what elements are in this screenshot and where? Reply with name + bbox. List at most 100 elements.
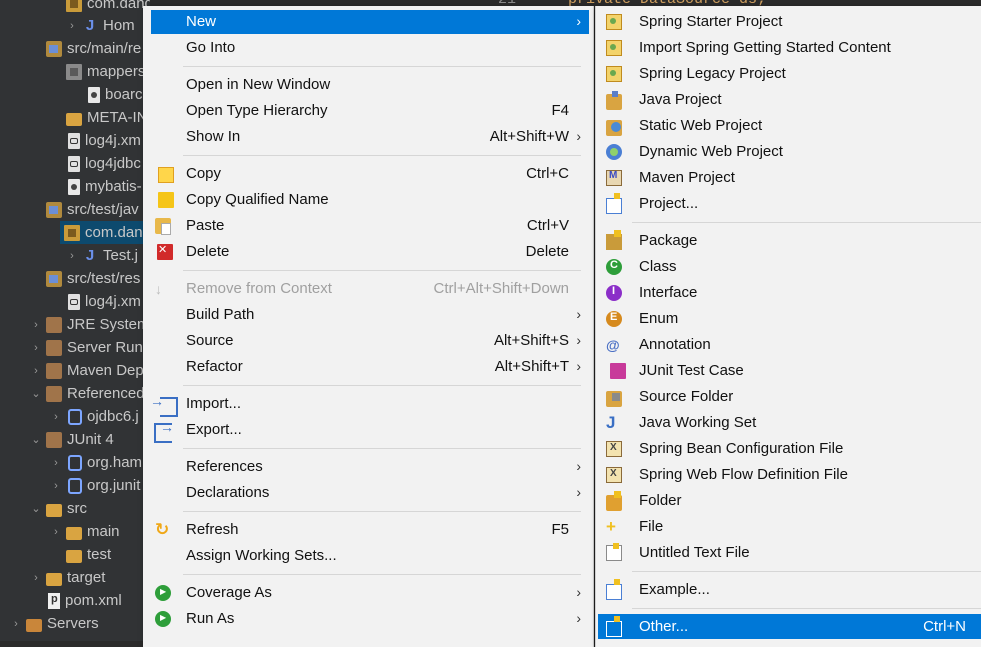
tree-item[interactable]: › target [30,566,105,589]
chevron-right-icon[interactable]: › [30,572,42,584]
chevron-right-icon[interactable]: › [50,480,62,492]
submenu-item-other[interactable]: Other... Ctrl+N [598,614,981,639]
tree-item[interactable]: › Maven Dep [30,359,144,382]
chevron-right-icon[interactable]: › [50,457,62,469]
chevron-right-icon[interactable]: › [30,319,42,331]
tree-item[interactable]: mappers [66,60,145,83]
chevron-right-icon[interactable]: › [30,365,42,377]
submenu-item-import-spring-content[interactable]: Import Spring Getting Started Content [598,35,981,60]
submenu-item-folder[interactable]: Folder [598,488,981,513]
folder-icon [66,526,82,540]
chevron-down-icon[interactable]: ⌄ [30,433,42,446]
menu-item-remove-from-context[interactable]: ↓ Remove from Context Ctrl+Alt+Shift+Dow… [151,277,589,301]
tree-item[interactable]: › ojdbc6.j [50,405,139,428]
submenu-item-spring-starter-project[interactable]: Spring Starter Project [598,9,981,34]
submenu-item-junit-test-case[interactable]: JUnit Test Case [598,358,981,383]
tree-item[interactable]: ⌄ Referenced [30,382,144,405]
menu-item-assign-working-sets[interactable]: Assign Working Sets... [151,544,589,568]
enum-icon [606,311,622,327]
tree-item[interactable]: boarc [86,83,143,106]
submenu-item-dynamic-web-project[interactable]: Dynamic Web Project [598,139,981,164]
tree-item[interactable]: log4jdbc [66,152,141,175]
chevron-right-icon: › [576,306,581,322]
tree-item[interactable]: test [66,543,111,566]
tree-item[interactable]: › J Test.j [66,244,138,267]
tree-item[interactable]: › Servers [10,612,99,635]
submenu-item-annotation[interactable]: @ Annotation [598,332,981,357]
chevron-right-icon[interactable]: › [66,250,78,262]
pom-file-icon [48,592,60,609]
spring-legacy-icon [606,66,622,82]
tree-item[interactable]: src/test/res [46,267,140,290]
menu-item-import[interactable]: Import... [150,392,589,417]
tree-item[interactable]: log4j.xm [66,129,141,152]
submenu-item-project[interactable]: Project... [598,191,981,216]
tree-item[interactable]: pom.xml [46,589,122,612]
submenu-item-interface[interactable]: Interface [598,280,981,305]
menu-separator [183,66,581,67]
submenu-item-spring-bean-config-file[interactable]: Spring Bean Configuration File [598,436,981,461]
tree-item[interactable]: › JRE System [30,313,149,336]
menu-item-go-into[interactable]: Go Into [151,36,589,60]
submenu-item-enum[interactable]: Enum [598,306,981,331]
tree-item[interactable]: src/test/jav [46,198,139,221]
tree-item[interactable]: › org.junit [50,474,140,497]
tree-item[interactable]: ⌄ src [30,497,87,520]
junit-test-case-icon [610,363,626,379]
chevron-right-icon[interactable]: › [50,526,62,538]
submenu-item-source-folder[interactable]: Source Folder [598,384,981,409]
menu-item-coverage-as[interactable]: Coverage As › [151,581,589,605]
menu-item-refactor[interactable]: Refactor Alt+Shift+T › [151,355,589,379]
chevron-down-icon[interactable]: ⌄ [30,502,42,515]
project-explorer: com.dandycompany.dandyapp ›JHom src/main… [0,0,150,641]
submenu-item-spring-web-flow-file[interactable]: Spring Web Flow Definition File [598,462,981,487]
tree-item[interactable]: src/main/re [46,37,141,60]
menu-item-paste[interactable]: Paste Ctrl+V [151,214,589,238]
tree-item[interactable]: › J Hom [66,14,135,37]
folder-icon [606,491,622,511]
menu-item-copy[interactable]: Copy Ctrl+C [151,162,589,186]
tree-item[interactable]: META-IN [66,106,148,129]
interface-icon [606,285,622,301]
submenu-item-maven-project[interactable]: Maven Project [598,165,981,190]
menu-item-source[interactable]: Source Alt+Shift+S › [151,329,589,353]
submenu-item-untitled-text-file[interactable]: Untitled Text File [598,540,981,565]
menu-item-run-as[interactable]: Run As › [151,607,589,631]
tree-item[interactable]: ⌄ JUnit 4 [30,428,113,451]
menu-item-open-in-new-window[interactable]: Open in New Window [151,73,589,97]
menu-item-export[interactable]: Export... [151,418,589,443]
chevron-right-icon[interactable]: › [30,342,42,354]
submenu-item-file[interactable]: + File [598,514,981,539]
tree-item[interactable]: com.dandycompany.dandyapp [66,0,150,15]
submenu-item-class[interactable]: Class [598,254,981,279]
tree-item-selected[interactable]: com.dand [60,221,150,244]
submenu-item-static-web-project[interactable]: Static Web Project [598,113,981,138]
submenu-item-java-working-set[interactable]: J Java Working Set [598,410,981,435]
submenu-item-example[interactable]: Example... [598,577,981,602]
tree-item[interactable]: › org.ham [50,451,142,474]
remove-from-context-icon: ↓ [155,281,162,297]
menu-item-copy-qualified-name[interactable]: Copy Qualified Name [151,188,589,212]
tree-item[interactable]: › main [50,520,119,543]
menu-item-refresh[interactable]: ↻ Refresh F5 [151,518,589,542]
chevron-right-icon[interactable]: › [50,411,62,423]
tree-item[interactable]: log4j.xm [66,290,141,313]
chevron-right-icon: › [576,484,581,500]
menu-item-build-path[interactable]: Build Path › [151,303,589,327]
menu-item-delete[interactable]: Delete Delete [151,240,589,264]
chevron-down-icon[interactable]: ⌄ [30,387,42,400]
menu-item-declarations[interactable]: Declarations › [151,481,589,505]
menu-item-show-in[interactable]: Show In Alt+Shift+W › [151,125,589,149]
chevron-right-icon[interactable]: › [66,20,78,32]
submenu-item-java-project[interactable]: Java Project [598,87,981,112]
submenu-item-package[interactable]: Package [598,228,981,253]
chevron-right-icon: › [576,13,581,29]
menu-item-references[interactable]: References › [151,455,589,479]
menu-item-open-type-hierarchy[interactable]: Open Type Hierarchy F4 [151,99,589,123]
package-icon [606,230,622,250]
submenu-item-spring-legacy-project[interactable]: Spring Legacy Project [598,61,981,86]
tree-item[interactable]: › Server Runt [30,336,147,359]
menu-item-new[interactable]: New › [151,10,589,34]
chevron-right-icon[interactable]: › [10,618,22,630]
tree-item[interactable]: mybatis- [66,175,142,198]
